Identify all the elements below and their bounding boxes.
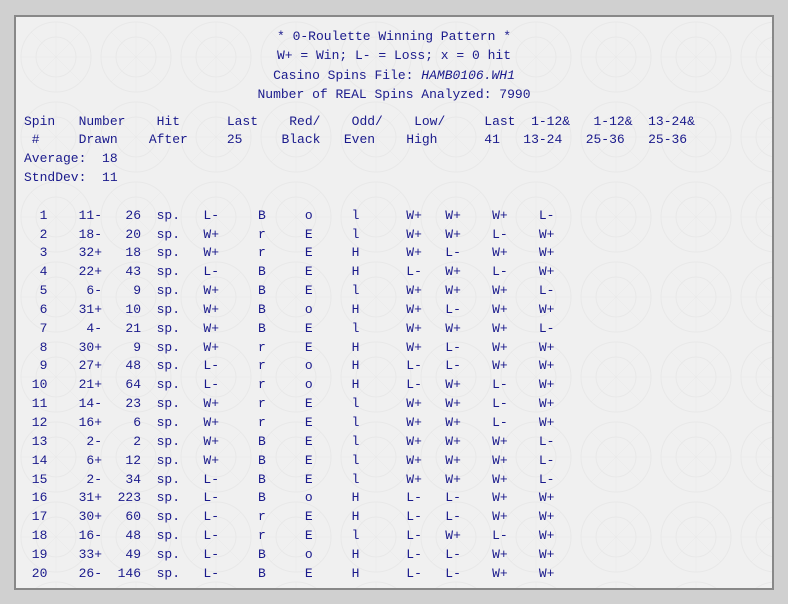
header-line1: * 0-Roulette Winning Pattern *	[24, 27, 764, 47]
header-section: * 0-Roulette Winning Pattern * W+ = Win;…	[24, 27, 764, 105]
header-line3-prefix: Casino Spins File:	[273, 68, 421, 83]
header-line3-italic: HAMB0106.WH1	[421, 68, 515, 83]
footer-ellipsis: ...	[24, 584, 764, 590]
header-line3: Casino Spins File: HAMB0106.WH1	[24, 66, 764, 86]
header-line4: Number of REAL Spins Analyzed: 7990	[24, 85, 764, 105]
main-window: * 0-Roulette Winning Pattern * W+ = Win;…	[14, 15, 774, 590]
content-area: * 0-Roulette Winning Pattern * W+ = Win;…	[24, 27, 764, 590]
data-table: Spin Number Hit Last Red/ Odd/ Low/ Last…	[24, 113, 764, 584]
header-line2: W+ = Win; L- = Loss; x = 0 hit	[24, 46, 764, 66]
